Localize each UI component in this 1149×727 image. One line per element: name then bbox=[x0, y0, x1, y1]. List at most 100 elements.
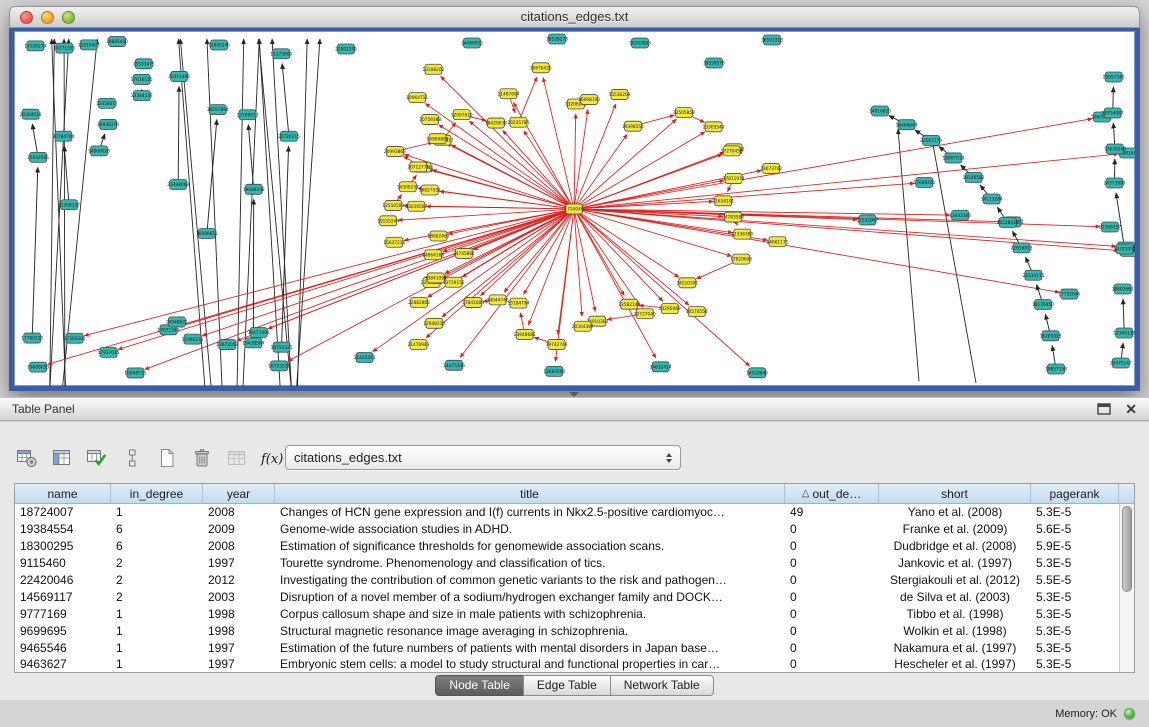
column-header-name[interactable]: name bbox=[15, 484, 111, 503]
network-window-titlebar[interactable]: citations_edges.txt bbox=[9, 6, 1140, 28]
graph-node[interactable]: 23134115 bbox=[1022, 270, 1044, 280]
graph-node[interactable]: 14044746 bbox=[487, 295, 509, 305]
graph-node[interactable]: 20993863 bbox=[384, 146, 406, 156]
graph-node[interactable]: 23344147 bbox=[131, 91, 153, 101]
column-header-title[interactable]: title bbox=[275, 484, 785, 503]
column-header-in-degree[interactable]: in_degree bbox=[111, 484, 203, 503]
graph-node[interactable]: 21634101 bbox=[712, 196, 734, 206]
table-cell[interactable]: Dudbridge et al. (2008) bbox=[879, 539, 1031, 553]
graph-node[interactable]: 16068190 bbox=[578, 95, 600, 105]
graph-node[interactable]: 22882805 bbox=[408, 297, 430, 307]
graph-node[interactable]: 16090651 bbox=[196, 228, 218, 238]
graph-node[interactable]: 17700220 bbox=[21, 333, 43, 343]
graph-node[interactable]: 12058017 bbox=[96, 98, 118, 108]
graph-node[interactable]: 10964711 bbox=[406, 93, 428, 103]
graph-node[interactable]: 20784764 bbox=[52, 131, 74, 141]
graph-node[interactable]: 19754321 bbox=[271, 342, 293, 352]
graph-node[interactable]: 11845245 bbox=[208, 40, 230, 50]
graph-node[interactable]: 23295069 bbox=[659, 304, 681, 314]
graph-node[interactable]: 18885440 bbox=[106, 37, 128, 47]
graph-node[interactable]: 17666401 bbox=[913, 178, 935, 188]
graph-node[interactable]: 14113284 bbox=[981, 194, 1003, 204]
graph-node[interactable]: 20311496 bbox=[168, 71, 190, 81]
graph-node[interactable]: 19988338 bbox=[243, 184, 265, 194]
table-cell[interactable]: 0 bbox=[785, 590, 879, 604]
graph-node[interactable]: 11467694 bbox=[498, 89, 520, 99]
tab-network-table[interactable]: Network Table bbox=[610, 675, 714, 696]
table-cell[interactable]: 5.3E-5 bbox=[1031, 556, 1119, 570]
graph-node[interactable]: 24486952 bbox=[461, 38, 483, 48]
graph-node[interactable]: 13684600 bbox=[543, 366, 565, 376]
graph-node[interactable]: 24948621 bbox=[166, 317, 188, 327]
graph-node[interactable]: 10676422 bbox=[530, 63, 552, 73]
column-header-year[interactable]: year bbox=[203, 484, 275, 503]
graph-node[interactable]: 18466644 bbox=[896, 120, 918, 130]
table-cell[interactable]: 6 bbox=[111, 539, 203, 553]
graph-node[interactable]: 11906235 bbox=[182, 334, 204, 344]
graph-node[interactable]: 18857158 bbox=[1045, 364, 1067, 374]
graph-node[interactable]: 19807019 bbox=[942, 153, 964, 163]
graph-node[interactable]: 16593318 bbox=[761, 35, 783, 45]
float-panel-button[interactable] bbox=[1097, 403, 1111, 415]
table-cell[interactable]: 5.9E-5 bbox=[1031, 539, 1119, 553]
table-cell[interactable]: 5.6E-5 bbox=[1031, 522, 1119, 536]
graph-node[interactable]: 12532967 bbox=[856, 215, 878, 225]
graph-node[interactable]: 17811974 bbox=[723, 174, 745, 184]
table-cell[interactable]: 2008 bbox=[203, 505, 275, 519]
graph-node[interactable]: 21470943 bbox=[408, 339, 430, 349]
table-cell[interactable]: Investigating the contribution of common… bbox=[275, 573, 785, 587]
graph-node[interactable]: 17303306 bbox=[64, 333, 86, 343]
graph-node[interactable]: 15637216 bbox=[383, 237, 405, 247]
table-cell[interactable]: 1998 bbox=[203, 624, 275, 638]
graph-node[interactable]: 22720115 bbox=[278, 131, 300, 141]
graph-node[interactable]: 13042363 bbox=[949, 210, 971, 220]
table-cell[interactable]: 18300295 bbox=[15, 539, 111, 553]
table-cell[interactable]: 5.3E-5 bbox=[1031, 590, 1119, 604]
new-table-button[interactable] bbox=[154, 446, 180, 470]
table-cell[interactable]: 5.3E-5 bbox=[1031, 641, 1119, 655]
graph-node[interactable]: 11336380 bbox=[731, 229, 753, 239]
graph-node[interactable]: 16285828 bbox=[1040, 331, 1062, 341]
table-cell[interactable]: 0 bbox=[785, 556, 879, 570]
table-row[interactable]: 2242004622012Investigating the contribut… bbox=[15, 572, 1119, 589]
graph-node[interactable]: 14916623 bbox=[869, 106, 891, 116]
graph-node[interactable]: 15533475 bbox=[133, 59, 155, 69]
graph-node[interactable]: 19235785 bbox=[507, 117, 529, 127]
graph-node[interactable]: 17841609 bbox=[462, 298, 484, 308]
table-row[interactable]: 1830029562008Estimation of significance … bbox=[15, 538, 1119, 555]
table-cell[interactable]: 2009 bbox=[203, 522, 275, 536]
column-header-pagerank[interactable]: pagerank bbox=[1031, 484, 1119, 503]
graph-node[interactable]: 24969809 bbox=[427, 134, 449, 144]
network-canvas[interactable]: 1724046247835881133638014661171178206562… bbox=[14, 31, 1135, 386]
table-cell[interactable]: Genome-wide association studies in ADHD. bbox=[275, 522, 785, 536]
graph-node[interactable]: 18176950 bbox=[1032, 300, 1054, 310]
graph-node[interactable]: 13841094 bbox=[425, 273, 447, 283]
table-cell[interactable]: 0 bbox=[785, 607, 879, 621]
table-cell[interactable]: 22420046 bbox=[15, 573, 111, 587]
graph-node[interactable]: 20712771 bbox=[407, 162, 429, 172]
table-cell[interactable]: 9115460 bbox=[15, 556, 111, 570]
table-cell[interactable]: 0 bbox=[785, 522, 879, 536]
graph-node[interactable]: 10146582 bbox=[963, 173, 985, 183]
table-row[interactable]: 969969511998Structural magnetic resonanc… bbox=[15, 622, 1119, 639]
table-cell[interactable]: 49 bbox=[785, 505, 879, 519]
column-header-out-degree[interactable]: △out_de… bbox=[785, 484, 879, 503]
table-cell[interactable]: 5.3E-5 bbox=[1031, 624, 1119, 638]
close-window-button[interactable] bbox=[20, 11, 33, 24]
table-cell[interactable]: 2 bbox=[111, 556, 203, 570]
table-cell[interactable]: 0 bbox=[785, 539, 879, 553]
graph-node[interactable]: 23398068 bbox=[167, 179, 189, 189]
graph-node[interactable]: 23948681 bbox=[514, 329, 536, 339]
graph-node[interactable]: 20304397 bbox=[572, 321, 594, 331]
graph-node[interactable]: 14271555 bbox=[53, 43, 75, 53]
graph-node[interactable]: 18429038 bbox=[485, 118, 507, 128]
table-cell[interactable]: 5.5E-5 bbox=[1031, 573, 1119, 587]
graph-node[interactable]: 10608755 bbox=[124, 368, 146, 378]
table-cell[interactable]: Changes of HCN gene expression and I(f) … bbox=[275, 505, 785, 519]
graph-node[interactable]: 10293803 bbox=[629, 38, 651, 48]
minimize-window-button[interactable] bbox=[41, 11, 54, 24]
graph-node[interactable]: 10759388 bbox=[419, 114, 441, 124]
graph-node[interactable]: 10576558 bbox=[686, 307, 708, 317]
table-cell[interactable]: Nakamura et al. (1997) bbox=[879, 641, 1031, 655]
graph-node[interactable]: 19808053 bbox=[27, 362, 49, 372]
